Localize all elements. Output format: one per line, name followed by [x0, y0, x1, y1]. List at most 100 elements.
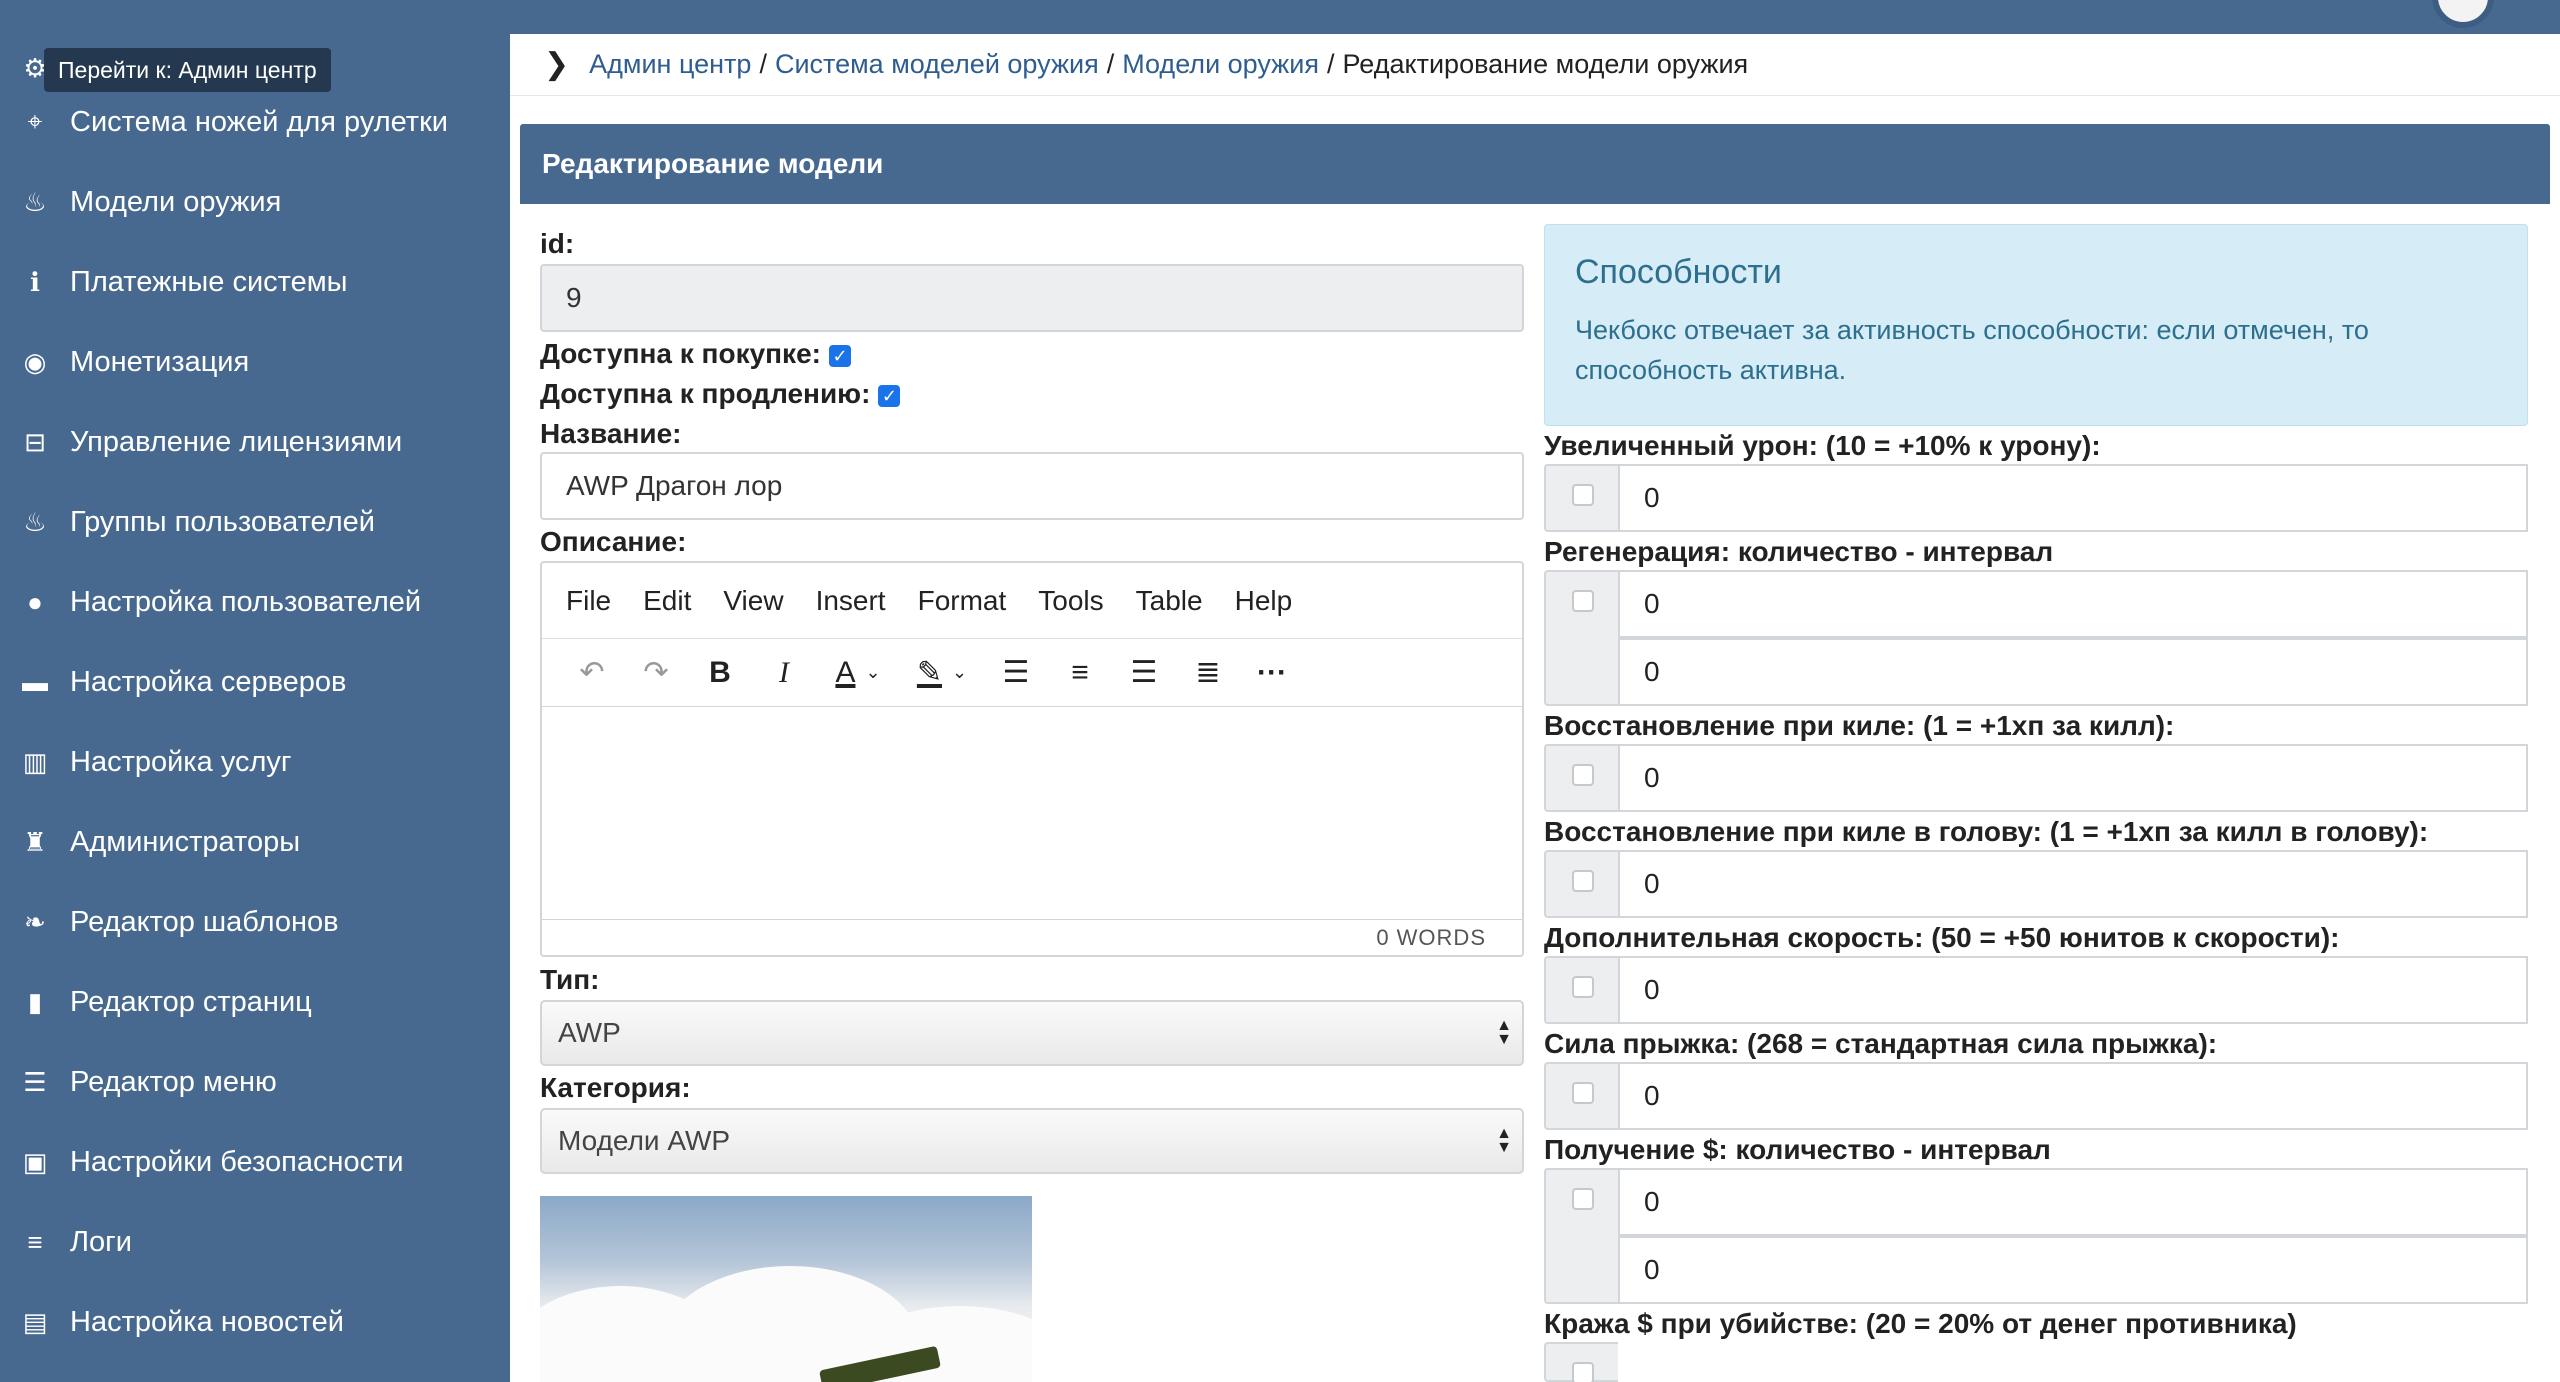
sidebar-item[interactable]: ▬ Настройка серверов	[0, 650, 510, 714]
sidebar-item[interactable]: ● Настройка пользователей	[0, 570, 510, 634]
sidebar-item[interactable]: ☰ Редактор меню	[0, 1050, 510, 1114]
editor-menu-insert[interactable]: Insert	[816, 585, 886, 617]
align-right-icon[interactable]: ☰	[1112, 648, 1176, 698]
sidebar-item-label: Редактор страниц	[70, 985, 312, 1018]
sidebar-item-label: Настройка услуг	[70, 745, 292, 778]
more-icon[interactable]: ···	[1240, 648, 1304, 698]
category-selected-value: Модели AWP	[558, 1125, 731, 1156]
buy-available-checkbox[interactable]: ✓	[828, 344, 851, 367]
align-center-icon[interactable]: ≡	[1048, 648, 1112, 698]
top-navbar	[0, 0, 2560, 34]
ability-enabled-checkbox[interactable]	[1572, 1362, 1594, 1382]
ability-value-input[interactable]: 0	[1618, 570, 2528, 638]
ability-enabled-checkbox[interactable]	[1572, 484, 1594, 506]
name-label: Название:	[540, 418, 682, 449]
sidebar-item[interactable]: ▮ Редактор страниц	[0, 970, 510, 1034]
ability-input-group: 0	[1544, 956, 2528, 1024]
ability-value-input[interactable]: 0	[1618, 464, 2528, 532]
category-select[interactable]: Модели AWP ▲ ▼	[540, 1108, 1524, 1174]
select-arrows-icon: ▲ ▼	[1496, 1017, 1512, 1048]
sidebar-item-label: Управление лицензиями	[70, 425, 403, 458]
ability-toggle-addon	[1544, 570, 1618, 706]
sidebar-item-label: Настройка пользователей	[70, 585, 422, 618]
breadcrumb-link-admin[interactable]: Админ центр	[589, 49, 751, 80]
ability-label: Регенерация: количество - интервал	[1544, 536, 2054, 567]
chevron-right-icon[interactable]: ❯	[544, 47, 569, 82]
ability-enabled-checkbox[interactable]	[1572, 590, 1594, 612]
editor-menu-view[interactable]: View	[723, 585, 783, 617]
ability-value-input[interactable]: 0	[1618, 956, 2528, 1024]
ability-enabled-checkbox[interactable]	[1572, 1082, 1594, 1104]
sidebar-item[interactable]: ⌖ Система ножей для рулетки	[0, 90, 510, 154]
crosshair-icon: ⌖	[27, 106, 43, 136]
redo-icon[interactable]: ↷	[624, 648, 688, 698]
editor-menu-file[interactable]: File	[566, 585, 611, 617]
avatar[interactable]	[2432, 0, 2494, 28]
editor-menu-help[interactable]: Help	[1235, 585, 1293, 617]
sidebar-item[interactable]: ≡ Логи	[0, 1210, 510, 1274]
sidebar-item[interactable]: ▤ Настройка новостей	[0, 1290, 510, 1354]
ability-input-group: 00	[1544, 1168, 2528, 1304]
sidebar-item-label: Группы пользователей	[70, 505, 375, 538]
editor-menu-table[interactable]: Table	[1136, 585, 1203, 617]
name-field[interactable]: AWP Драгон лор	[540, 452, 1524, 520]
sidebar-item[interactable]: ♜ Администраторы	[0, 810, 510, 874]
breadcrumb-link-weapon-system[interactable]: Система моделей оружия	[775, 49, 1099, 80]
model-preview-image	[540, 1196, 1032, 1382]
renew-available-row: Доступна к продлению: ✓	[540, 378, 901, 410]
sidebar-item[interactable]: ♨ Модели оружия	[0, 170, 510, 234]
rich-text-editor[interactable]: File Edit View Insert Format Tools Table…	[540, 561, 1524, 957]
ability-value-input[interactable]: 0	[1618, 1168, 2528, 1236]
file-icon: ▮	[27, 986, 43, 1017]
sidebar-item-label: Редактор меню	[70, 1065, 277, 1098]
ability-label: Сила прыжка: (268 = стандартная сила пры…	[1544, 1028, 2218, 1059]
ability-enabled-checkbox[interactable]	[1572, 870, 1594, 892]
italic-icon[interactable]: I	[752, 648, 816, 698]
inbox-icon: ⊟	[24, 426, 46, 457]
lock-icon: ▣	[22, 1146, 48, 1177]
type-select[interactable]: AWP ▲ ▼	[540, 1000, 1524, 1066]
sidebar-item-label: Логи	[70, 1225, 132, 1258]
ability-enabled-checkbox[interactable]	[1572, 976, 1594, 998]
id-field: 9	[540, 264, 1524, 332]
ability-input-group	[1544, 1342, 2528, 1382]
barcode-icon: ▥	[22, 746, 48, 777]
editor-menu-format[interactable]: Format	[918, 585, 1007, 617]
align-left-icon[interactable]: ☰	[984, 648, 1048, 698]
abilities-description: Чекбокс отвечает за активность способнос…	[1575, 315, 2369, 385]
sidebar-item-label: Редактор шаблонов	[70, 905, 339, 938]
ability-value-input[interactable]: 0	[1618, 744, 2528, 812]
ability-value-input[interactable]: 0	[1618, 638, 2528, 706]
text-color-icon[interactable]: A ⌄	[816, 648, 900, 698]
sidebar-item[interactable]: ⊟ Управление лицензиями	[0, 410, 510, 474]
sidebar-item-label: Администраторы	[70, 825, 301, 858]
sidebar-item-label: Настройка серверов	[70, 665, 347, 698]
sidebar-item[interactable]: ▥ Настройка услуг	[0, 730, 510, 794]
description-label: Описание:	[540, 526, 687, 557]
sidebar-item[interactable]: ◉ Монетизация	[0, 330, 510, 394]
editor-menu-tools[interactable]: Tools	[1038, 585, 1103, 617]
renew-available-label: Доступна к продлению:	[540, 378, 871, 409]
ability-label: Восстановление при киле в голову: (1 = +…	[1544, 816, 2429, 847]
sidebar-item[interactable]: ▣ Настройки безопасности	[0, 1130, 510, 1194]
undo-icon[interactable]: ↶	[560, 648, 624, 698]
ability-enabled-checkbox[interactable]	[1572, 764, 1594, 786]
bold-icon[interactable]: B	[688, 648, 752, 698]
id-label: id:	[540, 228, 575, 259]
ability-label: Получение $: количество - интервал	[1544, 1134, 2051, 1165]
renew-available-checkbox[interactable]: ✓	[878, 384, 901, 407]
ability-value-input[interactable]: 0	[1618, 1236, 2528, 1304]
editor-toolbar: ↶ ↷ B I A ⌄ ✎ ⌄ ☰ ≡ ☰ ≣ ···	[542, 639, 1522, 707]
sidebar-item[interactable]: ℹ Платежные системы	[0, 250, 510, 314]
breadcrumb-link-weapon-models[interactable]: Модели оружия	[1122, 49, 1319, 80]
ability-value-input[interactable]: 0	[1618, 1062, 2528, 1130]
align-justify-icon[interactable]: ≣	[1176, 648, 1240, 698]
sidebar-item[interactable]: ❧ Редактор шаблонов	[0, 890, 510, 954]
highlight-color-icon[interactable]: ✎ ⌄	[900, 648, 984, 698]
ability-value-input[interactable]: 0	[1618, 850, 2528, 918]
sidebar-item-label: Модели оружия	[70, 185, 282, 218]
editor-menu-edit[interactable]: Edit	[643, 585, 691, 617]
sidebar-item[interactable]: ♨ Группы пользователей	[0, 490, 510, 554]
ability-enabled-checkbox[interactable]	[1572, 1188, 1594, 1210]
breadcrumb-current: Редактирование модели оружия	[1342, 49, 1749, 79]
